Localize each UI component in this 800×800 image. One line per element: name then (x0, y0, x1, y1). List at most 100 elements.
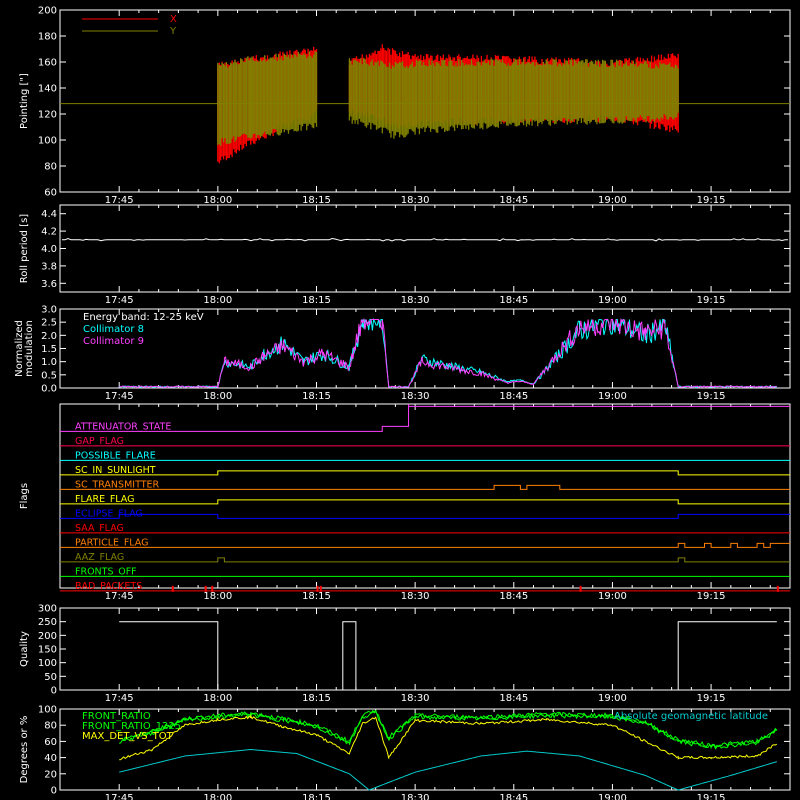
flag-label: AAZ_FLAG (75, 552, 124, 563)
y-tick-label: 250 (38, 617, 57, 628)
y-tick-label: 1.0 (41, 357, 57, 368)
x-tick-label: 18:30 (401, 693, 430, 704)
y-axis-label: Pointing ["] (19, 73, 30, 129)
flag-label: SAA_FLAG (75, 523, 124, 534)
x-tick-label: 18:00 (203, 295, 232, 306)
x-tick-label: 18:45 (499, 391, 528, 402)
x-tick-label: 18:30 (401, 195, 430, 206)
x-tick-label: 18:45 (499, 793, 528, 800)
x-tick-label: 19:00 (598, 195, 627, 206)
x-tick-label: 19:00 (598, 793, 627, 800)
y-tick-label: 60 (44, 737, 57, 748)
flag-label: FLARE_FLAG (75, 494, 135, 505)
x-tick-label: 19:00 (598, 693, 627, 704)
y-axis-label: Flags (19, 483, 30, 509)
y-tick-label: 60 (44, 188, 57, 199)
x-tick-label: 18:15 (302, 591, 331, 602)
y-tick-label: 150 (38, 645, 57, 656)
flag-label: SC_TRANSMITTER (75, 479, 160, 490)
x-tick-label: 19:15 (697, 693, 726, 704)
x-tick-label: 19:15 (697, 793, 726, 800)
x-tick-label: 18:15 (302, 195, 331, 206)
x-tick-label: 18:00 (203, 391, 232, 402)
y-tick-label: 4.2 (41, 227, 57, 238)
x-tick-label: 17:45 (105, 195, 134, 206)
x-tick-label: 19:15 (697, 591, 726, 602)
y-axis-label: Roll period [s] (19, 214, 30, 283)
x-tick-label: 18:15 (302, 693, 331, 704)
y-tick-label: 200 (38, 6, 57, 17)
flag-label: SC_IN_SUNLIGHT (75, 465, 156, 476)
flag-label: ATTENUATOR_STATE (75, 421, 171, 432)
y-tick-label: 200 (38, 631, 57, 642)
flag-label: POSSIBLE_FLARE (75, 450, 156, 461)
y-tick-label: 1.5 (41, 344, 57, 355)
x-tick-label: 17:45 (105, 591, 134, 602)
y-tick-label: 80 (44, 162, 57, 173)
y-tick-label: 100 (38, 136, 57, 147)
x-tick-label: 19:15 (697, 195, 726, 206)
legend-title: Energy band: 12-25 keV (83, 312, 204, 323)
x-tick-label: 19:15 (697, 295, 726, 306)
y-tick-label: 3.0 (41, 305, 57, 316)
y-tick-label: 4.4 (41, 209, 57, 220)
flag-label: ECLIPSE_FLAG (75, 508, 143, 519)
y-tick-label: 0 (51, 686, 57, 697)
x-tick-label: 18:00 (203, 591, 232, 602)
x-tick-label: 19:00 (598, 391, 627, 402)
legend-label: Collimator 8 (83, 324, 144, 335)
y-tick-label: 100 (38, 658, 57, 669)
x-tick-label: 18:00 (203, 693, 232, 704)
y-tick-label: 300 (38, 604, 57, 615)
y-tick-label: 180 (38, 32, 57, 43)
y-tick-label: 0 (51, 786, 57, 797)
y-tick-label: 4.0 (41, 244, 57, 255)
y-axis-label: Quality (19, 631, 30, 667)
x-tick-label: 18:30 (401, 295, 430, 306)
y-axis-label: Degrees or % (19, 716, 30, 784)
x-tick-label: 19:00 (598, 591, 627, 602)
x-tick-label: 17:45 (105, 295, 134, 306)
legend-label: MAX_DET_VS_TOT (82, 731, 174, 742)
y-tick-label: 20 (44, 769, 57, 780)
flag-label: BAD_PACKETS (75, 581, 142, 592)
x-tick-label: 18:15 (302, 793, 331, 800)
x-tick-label: 18:45 (499, 591, 528, 602)
y-tick-label: 2.0 (41, 331, 57, 342)
x-tick-label: 17:45 (105, 693, 134, 704)
x-tick-label: 18:30 (401, 391, 430, 402)
x-tick-label: 18:00 (203, 793, 232, 800)
y-tick-label: 80 (44, 721, 57, 732)
x-tick-label: 18:15 (302, 391, 331, 402)
y-tick-label: 3.8 (41, 261, 57, 272)
flag-label: FRONTS_OFF (75, 566, 137, 577)
y-axis-label: modulation (24, 320, 35, 377)
x-tick-label: 18:30 (401, 793, 430, 800)
x-tick-label: 18:00 (203, 195, 232, 206)
legend-label: X (170, 14, 177, 25)
x-tick-label: 18:15 (302, 295, 331, 306)
y-tick-label: 2.5 (41, 318, 57, 329)
y-tick-label: 3.6 (41, 279, 57, 290)
y-tick-label: 160 (38, 58, 57, 69)
x-tick-label: 18:45 (499, 693, 528, 704)
flag-label: GAP_FLAG (75, 436, 124, 447)
y-tick-label: 0.0 (41, 384, 57, 395)
series-band-y (217, 56, 252, 146)
x-tick-label: 19:15 (697, 391, 726, 402)
x-tick-label: 18:30 (401, 591, 430, 602)
legend-label: Collimator 9 (83, 336, 144, 347)
hessi-quicklook-figure: 17:45 18:00 18:15 18:30 18:45 19:00 19:15 60 80 1… (0, 0, 800, 800)
series-band-y (394, 61, 416, 138)
y-tick-label: 100 (38, 705, 57, 716)
legend-label: Y (169, 26, 177, 37)
legend-label: Absolute geomagnetic latitude (614, 711, 768, 722)
x-tick-label: 18:45 (499, 195, 528, 206)
x-tick-label: 18:45 (499, 295, 528, 306)
x-tick-label: 17:45 (105, 793, 134, 800)
y-tick-label: 50 (44, 672, 57, 683)
x-tick-label: 19:00 (598, 295, 627, 306)
flag-label: PARTICLE_FLAG (75, 537, 148, 548)
y-tick-label: 140 (38, 84, 57, 95)
y-tick-label: 40 (44, 753, 57, 764)
